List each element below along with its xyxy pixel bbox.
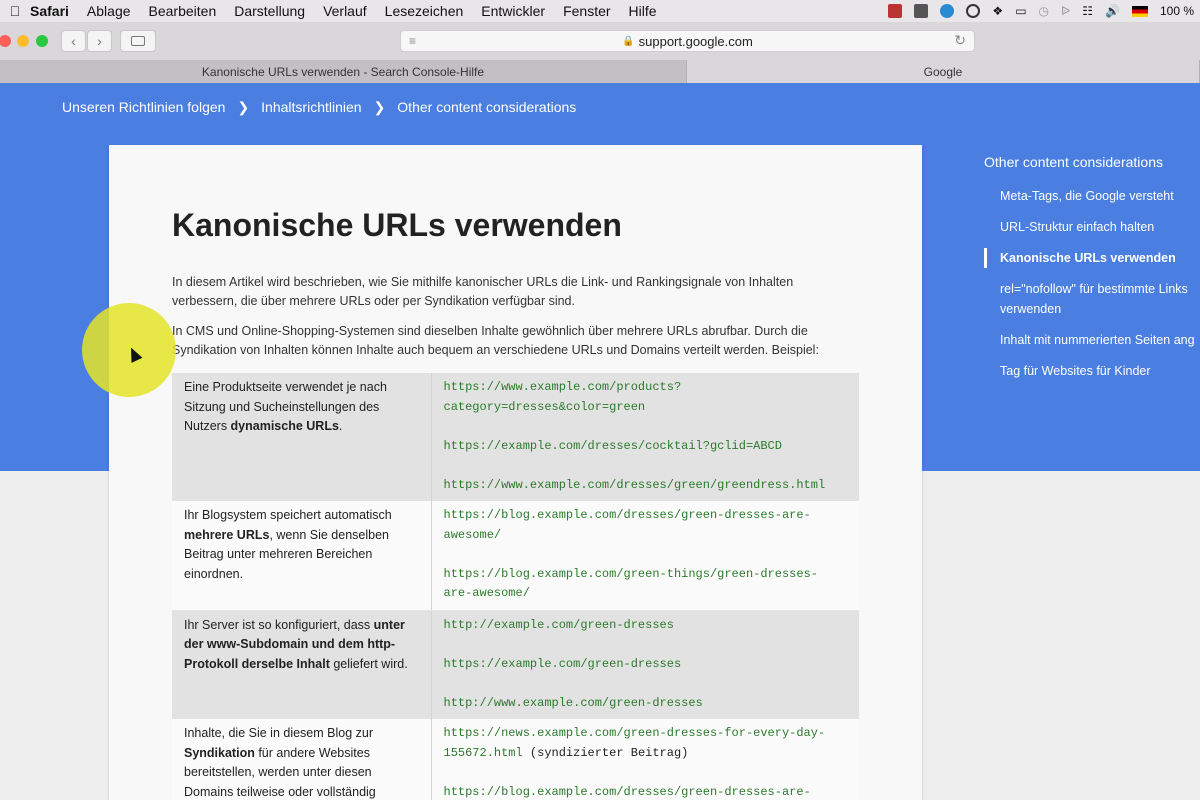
german-flag-icon[interactable] [1131,5,1148,17]
table-row: Ihr Server ist so konfiguriert, dass unt… [172,610,859,719]
toc-title[interactable]: Other content considerations [984,154,1200,170]
row-description: Ihr Blogsystem speichert automatisch meh… [172,501,432,611]
toc-item-nofollow-cont[interactable]: verwenden [984,299,1200,319]
menu-bearbeiten[interactable]: Bearbeiten [149,3,217,19]
example-url: http://example.com/green-dresses [443,617,674,632]
description-emphasis: Syndikation [184,745,255,760]
zoom-window-button[interactable] [36,35,48,47]
menu-hilfe[interactable]: Hilfe [629,3,657,19]
time-machine-icon[interactable]: ◷ [1039,4,1049,18]
description-emphasis: mehrere URLs [184,527,270,542]
reader-icon[interactable]: ≡ [409,34,416,48]
app-icon[interactable] [914,4,929,18]
address-bar[interactable]: ≡ 🔒 support.google.com ↻ [400,30,975,52]
minimize-window-button[interactable] [17,35,29,47]
example-url: https://example.com/green-dresses [443,656,682,671]
bluetooth-icon[interactable]: ᐉ [1061,4,1070,18]
lock-icon: 🔒 [622,35,635,47]
toc-item-nummerierte-seiten[interactable]: Inhalt mit nummerierten Seiten ang [984,330,1200,350]
toc-item-kanonische-urls[interactable]: Kanonische URLs verwenden [984,248,1200,268]
description-text: Ihr Server ist so konfiguriert, dass [184,617,374,632]
sidebar-icon [131,36,145,46]
description-text: geliefert wird. [329,656,408,671]
wifi-icon[interactable]: ☷ [1082,4,1093,18]
example-url: https://www.example.com/products? catego… [443,380,682,414]
apple-icon[interactable]:  [0,3,30,19]
row-description: Ihr Server ist so konfiguriert, dass unt… [172,610,432,719]
row-urls: http://example.com/green-dresses https:/… [431,610,859,719]
airplay-icon[interactable]: ▭ [1015,4,1026,18]
forward-icon: › [97,33,102,49]
description-emphasis: dynamische URLs [230,419,339,433]
forward-button[interactable]: › [87,30,112,52]
examples-table: Eine Produktseite verwendet je nach Sitz… [172,373,859,800]
toc-item-meta-tags[interactable]: Meta-Tags, die Google versteht [984,186,1200,206]
back-button[interactable]: ‹ [61,30,86,52]
breadcrumb-item-inhaltsrichtlinien[interactable]: Inhaltsrichtlinien [261,99,361,115]
row-urls: https://blog.example.com/dresses/green-d… [431,501,859,611]
row-urls: https://www.example.com/products? catego… [431,373,859,501]
toc-item-url-struktur[interactable]: URL-Struktur einfach halten [984,217,1200,237]
article-card: Kanonische URLs verwenden In diesem Arti… [109,145,922,800]
toc-item-kinder[interactable]: Tag für Websites für Kinder [984,361,1200,381]
menu-entwickler[interactable]: Entwickler [481,3,545,19]
tab-bar: Kanonische URLs verwenden - Search Conso… [0,60,1200,83]
menu-app-safari[interactable]: Safari [30,3,69,19]
table-row: Ihr Blogsystem speichert automatisch meh… [172,501,859,611]
sidebar-button[interactable] [120,30,156,52]
syndicated-note: (syndizierter Beitrag) [522,745,689,760]
table-row: Inhalte, die Sie in diesem Blog zur Synd… [172,719,859,800]
breadcrumb: Unseren Richtlinien folgen ❯ Inhaltsrich… [62,98,576,116]
description-text: . [338,419,343,433]
example-paragraph: In CMS und Online-Shopping-Systemen sind… [172,324,819,357]
volume-icon[interactable]: 🔊 [1105,4,1120,18]
toc-item-nofollow[interactable]: rel="nofollow" für bestimmte Links [984,279,1200,299]
close-window-button[interactable] [0,35,11,47]
battery-percentage[interactable]: 100 % [1160,4,1194,18]
browser-toolbar: ‹ › ≡ 🔒 support.google.com ↻ [0,22,1200,60]
example-url: http://www.example.com/green-dresses [443,695,703,710]
skype-icon[interactable] [940,4,955,18]
chevron-right-icon: ❯ [373,98,386,115]
intro-paragraph: In diesem Artikel wird beschrieben, wie … [172,275,794,308]
record-icon[interactable] [888,4,903,18]
description-text: Ihr Blogsystem speichert automatisch [184,508,392,522]
menu-verlauf[interactable]: Verlauf [323,3,367,19]
menu-lesezeichen[interactable]: Lesezeichen [385,3,464,19]
dropbox-icon[interactable]: ❖ [992,4,1003,18]
example-url: https://blog.example.com/dresses/green-d… [443,508,811,542]
menu-ablage[interactable]: Ablage [87,3,131,19]
example-url: https://blog.example.com/green-things/gr… [443,566,818,601]
example-url: https://blog.example.com/dresses/green-d… [443,784,811,799]
chevron-right-icon: ❯ [237,98,250,115]
row-description: Eine Produktseite verwendet je nach Sitz… [172,373,432,501]
row-description: Inhalte, die Sie in diesem Blog zur Synd… [172,719,432,800]
table-row: Eine Produktseite verwendet je nach Sitz… [172,373,859,501]
back-icon: ‹ [71,33,76,49]
example-url: https://www.example.com/dresses/green/gr… [443,477,826,492]
tab-kanonische-urls[interactable]: Kanonische URLs verwenden - Search Conso… [0,60,687,83]
updater-icon[interactable] [966,4,981,18]
breadcrumb-item-other-content[interactable]: Other content considerations [397,99,576,115]
reload-icon[interactable]: ↻ [954,32,966,49]
example-url: https://example.com/dresses/cocktail?gcl… [443,438,782,453]
example-url: https://news.example.com/green-dresses-f… [444,724,848,763]
row-urls: https://news.example.com/green-dresses-f… [431,719,859,800]
menu-fenster[interactable]: Fenster [563,3,610,19]
tab-google[interactable]: Google [687,60,1200,83]
description-text: Inhalte, die Sie in diesem Blog zur [184,726,373,740]
status-tray: ❖ ▭ ◷ ᐉ ☷ 🔊 100 % [888,0,1194,22]
page-title: Kanonische URLs verwenden [172,207,622,243]
breadcrumb-item-richtlinien[interactable]: Unseren Richtlinien folgen [62,99,225,115]
menu-bar:  Safari Ablage Bearbeiten Darstellung V… [0,0,1200,22]
address-text: support.google.com [638,33,753,49]
toc-sidebar: Other content considerations Meta-Tags, … [984,154,1200,392]
menu-darstellung[interactable]: Darstellung [234,3,305,19]
